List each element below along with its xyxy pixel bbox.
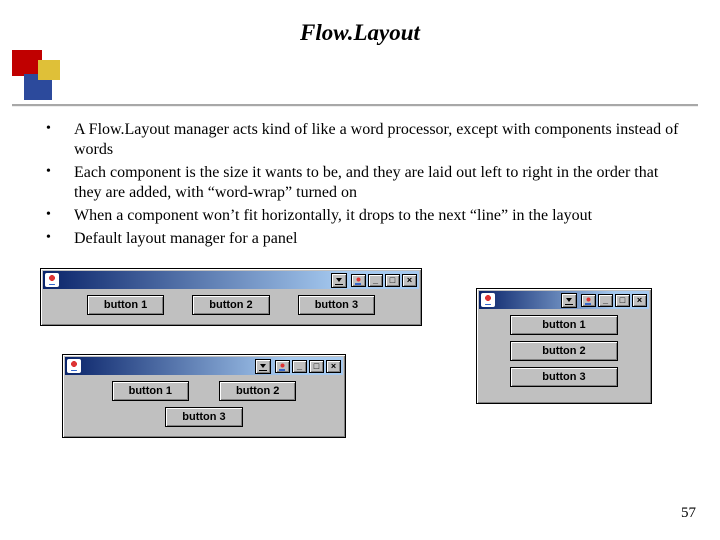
maximize-button[interactable]: □ (309, 360, 324, 373)
close-button[interactable]: × (326, 360, 341, 373)
titlebar-java-button[interactable] (275, 360, 290, 373)
close-button[interactable]: × (402, 274, 417, 287)
titlebar-java-button[interactable] (351, 274, 366, 287)
title-rule (12, 104, 698, 106)
minimize-button[interactable]: _ (368, 274, 383, 287)
demo-button[interactable]: button 3 (165, 407, 242, 427)
bullet-item: Each component is the size it wants to b… (42, 163, 680, 203)
titlebar-java-button[interactable] (581, 294, 596, 307)
minimize-button[interactable]: _ (598, 294, 613, 307)
demo-button[interactable]: button 3 (510, 367, 618, 387)
slide-title: Flow.Layout (0, 20, 720, 46)
client-area: button 1 button 2 button 3 (479, 309, 649, 393)
close-button[interactable]: × (632, 294, 647, 307)
titlebar-menu-button[interactable] (561, 293, 577, 308)
demo-button[interactable]: button 1 (112, 381, 189, 401)
demo-button[interactable]: button 2 (219, 381, 296, 401)
minimize-button[interactable]: _ (292, 360, 307, 373)
demo-button[interactable]: button 3 (298, 295, 375, 315)
bullet-item: Default layout manager for a panel (42, 229, 680, 249)
titlebar[interactable]: _ □ × (479, 291, 649, 309)
maximize-button[interactable]: □ (385, 274, 400, 287)
example-window-medium: _ □ × button 1 button 2 button 3 (62, 354, 346, 438)
titlebar[interactable]: _ □ × (65, 357, 343, 375)
demo-button[interactable]: button 1 (510, 315, 618, 335)
java-icon (481, 293, 495, 307)
bullet-item: When a component won’t fit horizontally,… (42, 206, 680, 226)
bullet-list: A Flow.Layout manager acts kind of like … (42, 120, 680, 252)
java-icon (67, 359, 81, 373)
java-icon (45, 273, 59, 287)
titlebar-menu-button[interactable] (331, 273, 347, 288)
titlebar-menu-button[interactable] (255, 359, 271, 374)
logo-yellow-square (38, 60, 60, 80)
titlebar[interactable]: _ □ × (43, 271, 419, 289)
demo-button[interactable]: button 1 (87, 295, 164, 315)
maximize-button[interactable]: □ (615, 294, 630, 307)
client-area: button 1 button 2 button 3 (65, 375, 343, 433)
page-number: 57 (681, 505, 696, 522)
example-window-narrow: _ □ × button 1 button 2 button 3 (476, 288, 652, 404)
client-area: button 1 button 2 button 3 (43, 289, 419, 321)
bullet-item: A Flow.Layout manager acts kind of like … (42, 120, 680, 160)
example-window-wide: _ □ × button 1 button 2 button 3 (40, 268, 422, 326)
demo-button[interactable]: button 2 (510, 341, 618, 361)
slide: Flow.Layout A Flow.Layout manager acts k… (0, 0, 720, 540)
demo-button[interactable]: button 2 (192, 295, 269, 315)
slide-logo (12, 50, 68, 104)
